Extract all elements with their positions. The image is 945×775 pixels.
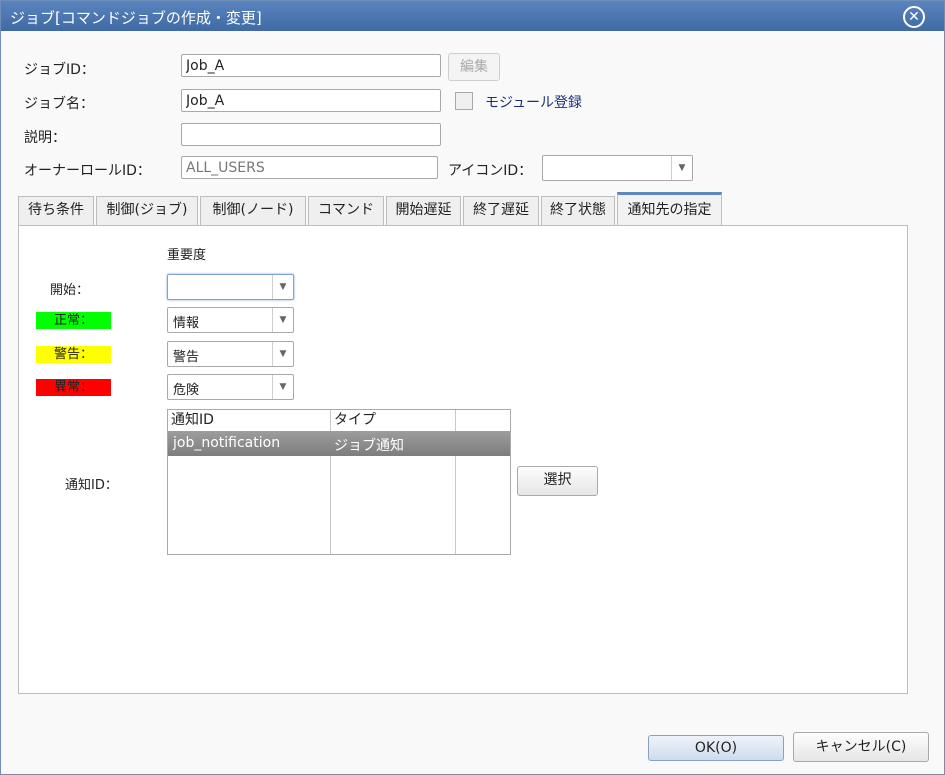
chevron-down-icon: ▼ <box>272 375 293 399</box>
owner-role-label: オーナーロールID： <box>24 163 151 179</box>
tab-end-status[interactable]: 終了状態 <box>541 196 615 225</box>
chevron-down-icon: ▼ <box>272 275 293 299</box>
tab-start-delay[interactable]: 開始遅延 <box>386 196 461 225</box>
normal-severity-value: 情報 <box>173 316 200 331</box>
tab-end-delay[interactable]: 終了遅延 <box>463 196 539 225</box>
tab-command[interactable]: コマンド <box>308 196 384 225</box>
tab-notification[interactable]: 通知先の指定 <box>617 192 722 226</box>
notify-id-label: 通知ID： <box>65 478 118 493</box>
chevron-down-icon: ▼ <box>671 156 692 180</box>
normal-severity-select[interactable]: 情報 ▼ <box>167 307 294 333</box>
icon-id-label: アイコンID： <box>448 163 533 179</box>
job-id-field[interactable] <box>181 54 441 77</box>
close-icon[interactable]: ✕ <box>903 6 925 28</box>
notification-table[interactable]: 通知ID タイプ job_notification ジョブ通知 <box>167 409 511 555</box>
severity-header: 重要度 <box>167 248 207 263</box>
title-bar: ジョブ[コマンドジョブの作成・変更] ✕ <box>1 1 944 31</box>
description-field[interactable] <box>181 123 441 146</box>
column-header-id[interactable]: 通知ID <box>168 410 331 430</box>
tab-wait-condition[interactable]: 待ち条件 <box>18 196 94 225</box>
warning-label: 警告： <box>36 346 111 363</box>
warning-severity-select[interactable]: 警告 ▼ <box>167 341 294 367</box>
owner-role-field[interactable] <box>181 156 438 179</box>
row-notify-type: ジョブ通知 <box>334 438 404 454</box>
tab-control-job[interactable]: 制御(ジョブ) <box>96 196 198 225</box>
ok-button[interactable]: OK(O) <box>648 735 784 761</box>
row-notify-id: job_notification <box>173 435 281 451</box>
dialog-title: ジョブ[コマンドジョブの作成・変更] <box>10 9 262 27</box>
error-label: 異常： <box>36 379 111 396</box>
column-header-type[interactable]: タイプ <box>331 410 456 430</box>
module-checkbox[interactable] <box>455 92 473 110</box>
cancel-button[interactable]: キャンセル(C) <box>793 732 929 762</box>
job-id-label: ジョブID： <box>24 62 95 78</box>
module-label: モジュール登録 <box>485 95 583 111</box>
error-severity-value: 危険 <box>173 383 200 398</box>
job-name-label: ジョブ名： <box>24 96 94 112</box>
table-row[interactable]: job_notification ジョブ通知 <box>168 431 510 456</box>
job-name-field[interactable] <box>181 89 441 112</box>
icon-id-select[interactable]: ▼ <box>542 155 693 181</box>
description-label: 説明： <box>24 130 66 146</box>
select-button[interactable]: 選択 <box>517 466 598 496</box>
start-severity-select[interactable]: ▼ <box>167 274 294 300</box>
chevron-down-icon: ▼ <box>272 342 293 366</box>
job-dialog: ジョブ[コマンドジョブの作成・変更] ✕ ジョブID： 編集 ジョブ名： モジュ… <box>0 0 945 775</box>
chevron-down-icon: ▼ <box>272 308 293 332</box>
error-severity-select[interactable]: 危険 ▼ <box>167 374 294 400</box>
normal-label: 正常： <box>36 312 111 329</box>
tab-control-node[interactable]: 制御(ノード) <box>200 196 306 225</box>
warning-severity-value: 警告 <box>173 350 200 365</box>
edit-button[interactable]: 編集 <box>448 53 500 81</box>
start-label: 開始： <box>50 283 90 298</box>
